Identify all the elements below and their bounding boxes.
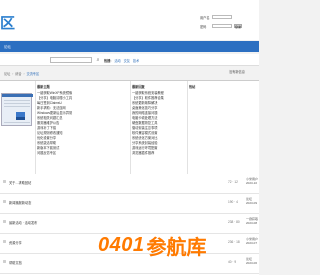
thread-icon	[3, 260, 6, 263]
last-post-date: 2023-08	[246, 221, 258, 225]
breadcrumb-item[interactable]: 交流专区	[26, 72, 39, 76]
breadcrumb-bar: 论坛 › 综合 › 交流专区 没有新信息	[0, 68, 259, 78]
search-bar: ⌕ 热搜: 活动 交友 技术	[0, 54, 259, 66]
login-form: 用户名 密码 登录	[200, 14, 259, 32]
site-header: 区 用户名 密码 登录	[0, 0, 259, 40]
preview-titlebar	[2, 94, 33, 97]
thread-count: 238 · 80	[228, 220, 240, 224]
watermark-name: 参航库	[146, 237, 207, 259]
watermark-logo: 0401 参航库	[98, 231, 207, 260]
thread-icon	[3, 180, 6, 183]
thread-title[interactable]: 帮助文档	[9, 260, 22, 265]
thread-count: 72 · 12	[228, 180, 238, 184]
preview-line	[4, 103, 30, 104]
hot-keyword[interactable]: 技术	[133, 59, 139, 63]
preview-selection	[16, 117, 25, 120]
thread-count: 236 · 18	[228, 240, 240, 244]
last-post-date: 2023-10	[246, 181, 258, 185]
list-item[interactable]: 浏览器插件推荐	[132, 151, 186, 156]
thread-last-post[interactable]: 小米用户 2023-10	[246, 177, 258, 185]
search-icon[interactable]: ⌕	[95, 57, 101, 63]
preview-line	[4, 100, 30, 101]
thread-count: 190 · 4	[228, 200, 238, 204]
thread-title[interactable]: 新闻播报新动态	[9, 200, 31, 205]
password-row: 密码 登录	[200, 23, 259, 29]
hot-keywords: 热搜: 活动 交友 技术	[104, 58, 139, 63]
breadcrumb-item[interactable]: 综合	[15, 72, 21, 76]
preview-line	[4, 122, 30, 123]
last-post-date: 2023-07	[246, 241, 258, 245]
password-field[interactable]	[212, 23, 232, 29]
breadcrumb-item[interactable]: 论坛	[4, 72, 10, 76]
column-title-new-replies: 最新回复	[132, 85, 145, 89]
thread-last-post[interactable]: 论坛 2023-09	[246, 197, 257, 205]
thread-last-post[interactable]: 论坛 2023-06	[246, 257, 257, 265]
last-post-date: 2023-06	[246, 261, 258, 265]
hot-keyword[interactable]: 交友	[124, 59, 130, 63]
thread-count: 40 · 9	[228, 260, 237, 264]
thread-title[interactable]: 资源分享	[9, 240, 22, 245]
thread-icon	[3, 220, 6, 223]
thread-title[interactable]: 最新活动 · 活动发布	[9, 220, 37, 225]
list-item[interactable]: 问题反馈专区	[37, 151, 79, 156]
username-row: 用户名	[200, 14, 259, 20]
preview-line	[4, 106, 30, 107]
thread-last-post[interactable]: 小米用户 2023-07	[246, 237, 258, 245]
breadcrumb: 论坛 › 综合 › 交流专区	[4, 71, 39, 76]
search-input[interactable]	[50, 57, 92, 63]
login-button[interactable]: 登录	[234, 23, 242, 29]
hot-label: 热搜:	[104, 59, 112, 63]
new-threads-list: 一键获取WinXP系统镜像 【分享】电脑清理小工具 每日签到ClaimsU 新手…	[37, 91, 79, 156]
site-logo[interactable]: 区	[0, 12, 16, 33]
thread-last-post[interactable]: 一键获取 2023-08	[246, 217, 258, 225]
password-label: 密码	[200, 24, 207, 29]
username-label: 用户名	[200, 15, 210, 20]
watermark-code: 0401	[98, 234, 145, 256]
column-title-new-threads: 最新主题	[37, 85, 50, 89]
image-preview[interactable]	[1, 93, 33, 126]
hot-keyword[interactable]: 活动	[114, 59, 120, 63]
table-row[interactable]: 新闻播报新动态 190 · 4 论坛 2023-09	[0, 194, 259, 214]
breadcrumb-separator: ›	[23, 72, 25, 76]
breadcrumb-separator: ›	[12, 72, 14, 76]
last-post-date: 2023-09	[246, 201, 258, 205]
main-nav: 论坛	[0, 41, 259, 52]
thread-icon	[3, 240, 6, 243]
column-title-hot: 热帖	[189, 85, 196, 89]
table-row[interactable]: 关于…求助回帖 72 · 12 小米用户 2023-10	[0, 174, 259, 194]
new-message-notice: 没有新信息	[229, 70, 245, 74]
thread-title[interactable]: 关于…求助回帖	[9, 180, 31, 185]
new-replies-list: 一键获取系统安装教程 【分享】软件推荐合集 系统更新故障解决 桌面美化技巧分享 …	[132, 91, 186, 156]
nav-home[interactable]: 论坛	[4, 44, 11, 49]
username-field[interactable]	[212, 14, 232, 20]
thread-icon	[3, 200, 6, 203]
